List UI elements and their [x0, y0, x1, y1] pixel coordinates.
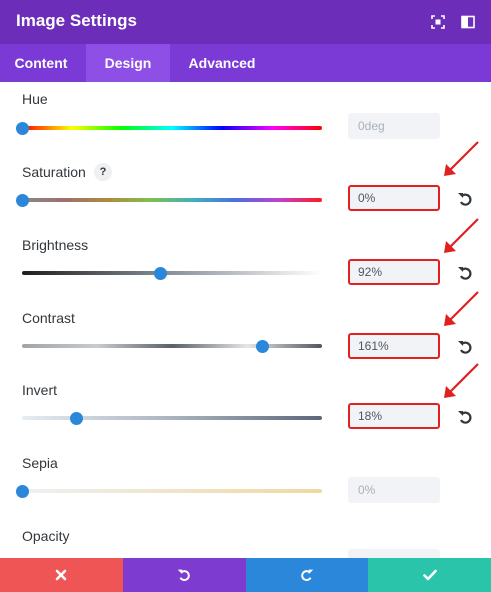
tab-content[interactable]: Content	[0, 44, 82, 82]
saturation-value[interactable]: 0%	[348, 185, 440, 211]
invert-label: Invert	[22, 382, 58, 398]
saturation-slider-handle[interactable]	[16, 194, 29, 207]
invert-reset-icon[interactable]	[456, 408, 474, 426]
tab-design[interactable]: Design	[86, 44, 170, 82]
saturation-label: Saturation	[22, 164, 86, 180]
sepia-slider-handle[interactable]	[16, 485, 29, 498]
sepia-value[interactable]: 0%	[348, 477, 440, 503]
modal-title: Image Settings	[16, 11, 137, 30]
action-bar	[0, 558, 491, 592]
sidebar-toggle-icon[interactable]	[458, 12, 478, 32]
settings-panel: Hue 0deg Saturation ? 0% Brightness 92% …	[0, 82, 491, 558]
modal-header: Image Settings	[0, 0, 491, 44]
tab-advanced[interactable]: Advanced	[170, 44, 274, 82]
annotation-arrow	[444, 218, 479, 253]
save-button[interactable]	[368, 558, 491, 592]
sepia-slider[interactable]	[22, 489, 322, 493]
brightness-reset-icon[interactable]	[456, 264, 474, 282]
undo-icon	[177, 569, 190, 581]
cancel-button[interactable]	[0, 558, 123, 592]
close-icon	[56, 569, 67, 581]
annotation-arrow	[444, 291, 479, 326]
tab-bar: Content Design Advanced	[0, 44, 491, 82]
expand-icon[interactable]	[428, 12, 448, 32]
redo-icon	[301, 569, 314, 581]
brightness-value[interactable]: 92%	[348, 259, 440, 285]
brightness-slider-handle[interactable]	[154, 267, 167, 280]
contrast-reset-icon[interactable]	[456, 338, 474, 356]
hue-value[interactable]: 0deg	[348, 113, 440, 139]
annotation-arrow	[444, 363, 479, 398]
brightness-label: Brightness	[22, 237, 89, 253]
undo-button[interactable]	[122, 558, 246, 592]
opacity-value[interactable]	[348, 549, 440, 558]
redo-button[interactable]	[245, 558, 369, 592]
invert-value[interactable]: 18%	[348, 403, 440, 429]
invert-slider[interactable]	[22, 416, 322, 420]
help-icon[interactable]: ?	[94, 163, 112, 181]
opacity-label: Opacity	[22, 528, 70, 544]
invert-slider-handle[interactable]	[70, 412, 83, 425]
saturation-slider[interactable]	[22, 198, 322, 202]
contrast-slider-handle[interactable]	[256, 340, 269, 353]
hue-label: Hue	[22, 91, 48, 107]
annotation-arrow	[444, 141, 479, 176]
brightness-slider[interactable]	[22, 271, 322, 275]
sepia-label: Sepia	[22, 455, 58, 471]
contrast-label: Contrast	[22, 310, 75, 326]
hue-slider[interactable]	[22, 126, 322, 130]
check-icon	[422, 569, 437, 581]
saturation-reset-icon[interactable]	[456, 190, 474, 208]
contrast-slider[interactable]	[22, 344, 322, 348]
contrast-value[interactable]: 161%	[348, 333, 440, 359]
hue-slider-handle[interactable]	[16, 122, 29, 135]
